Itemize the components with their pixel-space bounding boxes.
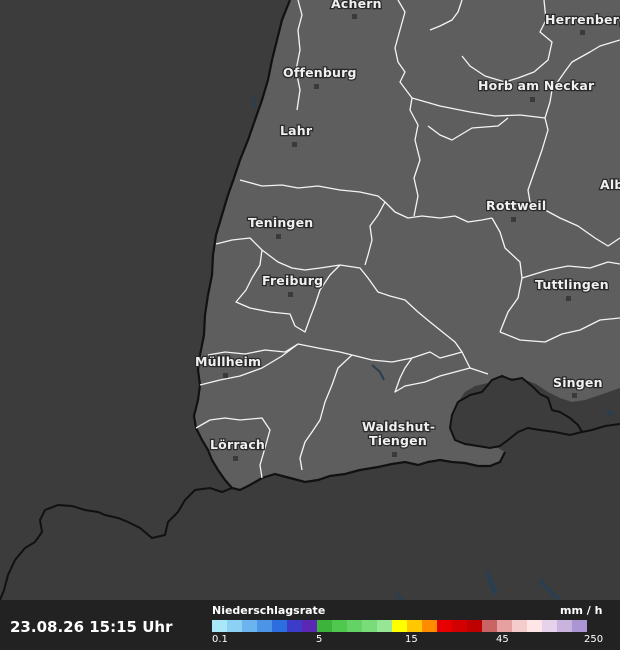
- legend-swatch: [332, 620, 347, 632]
- legend-swatch: [242, 620, 257, 632]
- lake: [606, 410, 615, 415]
- legend-swatch: [452, 620, 467, 632]
- legend-swatch: [392, 620, 407, 632]
- city-marker: [352, 14, 357, 19]
- legend-swatch: [542, 620, 557, 632]
- legend-swatch: [527, 620, 542, 632]
- river: [251, 94, 257, 109]
- city-label: Rottweil: [486, 198, 546, 213]
- legend-tick: 250: [584, 634, 604, 645]
- legend-tick: 15: [405, 634, 418, 645]
- legend-swatch: [497, 620, 512, 632]
- city-marker: [572, 393, 577, 398]
- city-alb: Alb: [599, 176, 620, 194]
- city-marker: [580, 30, 585, 35]
- city-label: Tiengen: [369, 433, 427, 448]
- city-marker: [288, 292, 293, 297]
- legend-swatch: [317, 620, 332, 632]
- lake-constance-shore: [581, 423, 620, 433]
- legend-swatch: [422, 620, 437, 632]
- city-marker: [276, 234, 281, 239]
- city-label: Teningen: [248, 215, 313, 230]
- city-marker: [392, 452, 397, 457]
- city-label: Lörrach: [210, 437, 265, 452]
- city-marker: [292, 142, 297, 147]
- swiss-border: [0, 486, 233, 600]
- legend-swatch: [437, 620, 452, 632]
- legend-tick: 45: [496, 634, 509, 645]
- city-label: Achern: [331, 0, 382, 11]
- legend-swatch: [347, 620, 362, 632]
- city-marker: [314, 84, 319, 89]
- city-marker: [566, 296, 571, 301]
- legend-swatch: [257, 620, 272, 632]
- legend-swatch: [482, 620, 497, 632]
- city-marker: [233, 456, 238, 461]
- legend-tick: 0.1: [212, 634, 228, 645]
- city-marker: [511, 217, 516, 222]
- legend-swatch: [212, 620, 227, 632]
- weather-map[interactable]: Achern Herrenberg Offenburg Horb am Neck…: [0, 0, 620, 600]
- legend-swatch: [407, 620, 422, 632]
- legend-swatch: [467, 620, 482, 632]
- legend-swatch: [572, 620, 587, 632]
- legend-swatch: [557, 620, 572, 632]
- legend-swatch: [377, 620, 392, 632]
- legend-swatch: [512, 620, 527, 632]
- city-label: Freiburg: [262, 273, 323, 288]
- lake: [538, 578, 560, 600]
- city-label: Horb am Neckar: [478, 78, 595, 93]
- city-marker: [223, 373, 228, 378]
- city-marker: [530, 97, 535, 102]
- lake: [486, 570, 498, 595]
- city-label: Lahr: [280, 123, 313, 138]
- city-label: Alb: [600, 177, 620, 192]
- timestamp: 23.08.26 15:15 Uhr: [10, 618, 173, 636]
- legend-title: Niederschlagsrate: [212, 604, 326, 617]
- city-label: Singen: [553, 375, 603, 390]
- lake: [395, 590, 405, 600]
- city-label: Offenburg: [283, 65, 357, 80]
- city-label: Müllheim: [195, 354, 261, 369]
- city-label: Herrenberg: [545, 12, 620, 27]
- city-label: Tuttlingen: [535, 277, 609, 292]
- legend-swatch: [287, 620, 302, 632]
- legend-swatch: [302, 620, 317, 632]
- precipitation-color-scale: [212, 620, 587, 632]
- legend-swatch: [227, 620, 242, 632]
- legend-swatch: [272, 620, 287, 632]
- legend-swatch: [362, 620, 377, 632]
- legend-unit: mm / h: [560, 604, 603, 617]
- city-label: Waldshut-: [362, 419, 435, 434]
- legend-tick: 5: [316, 634, 323, 645]
